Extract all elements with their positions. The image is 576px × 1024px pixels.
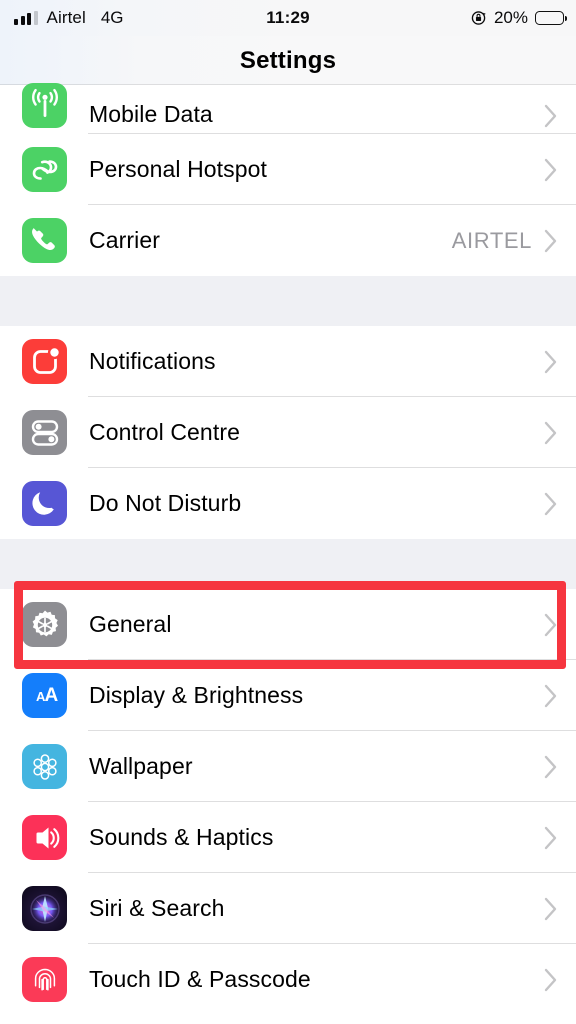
svg-text:A: A (44, 685, 58, 706)
settings-row-siri-search[interactable]: Siri & Search (0, 873, 576, 944)
row-icon-wrapper: A A (22, 673, 75, 718)
settings-row-general[interactable]: General (0, 589, 576, 660)
settings-screen: Airtel 4G 11:29 20% Settings Mobile Data… (0, 0, 576, 1024)
settings-list: Mobile Data Personal Hotspot Carrier AIR… (0, 83, 576, 1024)
chevron-right-icon (544, 613, 557, 636)
navigation-bar: Settings (0, 36, 576, 85)
chevron-right-icon (544, 826, 557, 849)
row-chevron (544, 350, 558, 374)
settings-row-label: Display & Brightness (89, 682, 304, 708)
group-separator (0, 539, 576, 589)
chevron-right-icon (544, 897, 557, 920)
general-gear-icon (22, 602, 67, 647)
battery-icon (535, 11, 568, 25)
settings-row-label: Wallpaper (89, 753, 193, 779)
row-chevron (544, 421, 558, 445)
settings-row-label: Mobile Data (89, 101, 213, 127)
sounds-haptics-icon (22, 815, 67, 860)
row-icon-wrapper (22, 744, 75, 789)
settings-group: Notifications Control Centre Do Not Dist… (0, 326, 576, 539)
settings-row-label: General (89, 611, 172, 637)
row-chevron (544, 229, 558, 253)
control-centre-icon (22, 410, 67, 455)
chevron-right-icon (544, 158, 557, 181)
row-chevron (544, 968, 558, 992)
group-separator (0, 276, 576, 326)
settings-row-carrier[interactable]: Carrier AIRTEL (0, 205, 576, 276)
row-icon-wrapper (22, 410, 75, 455)
settings-row-label: Notifications (89, 348, 216, 374)
carrier-phone-icon (22, 218, 67, 263)
row-icon-wrapper (22, 481, 75, 526)
page-title: Settings (239, 46, 337, 74)
row-chevron (544, 492, 558, 516)
settings-row-label: Do Not Disturb (89, 490, 242, 516)
chevron-right-icon (544, 684, 557, 707)
chevron-right-icon (544, 492, 557, 515)
settings-row-display-brightness[interactable]: A A Display & Brightness (0, 660, 576, 731)
touch-id-passcode-icon (22, 957, 67, 1002)
row-chevron (544, 613, 558, 637)
settings-row-label: Personal Hotspot (89, 156, 268, 182)
chevron-right-icon (544, 968, 557, 991)
row-chevron (544, 897, 558, 921)
chevron-right-icon (544, 755, 557, 778)
settings-row-value: AIRTEL (451, 227, 532, 253)
settings-row-touch-id-passcode[interactable]: Touch ID & Passcode (0, 944, 576, 1015)
chevron-right-icon (544, 229, 557, 252)
mobile-data-icon (22, 83, 67, 128)
settings-group: Mobile Data Personal Hotspot Carrier AIR… (0, 83, 576, 276)
row-icon-wrapper (22, 957, 75, 1002)
row-chevron (544, 158, 558, 182)
settings-row-notifications[interactable]: Notifications (0, 326, 576, 397)
settings-row-personal-hotspot[interactable]: Personal Hotspot (0, 134, 576, 205)
settings-row-do-not-disturb[interactable]: Do Not Disturb (0, 468, 576, 539)
chevron-right-icon (544, 350, 557, 373)
siri-search-icon (22, 886, 67, 931)
status-bar: Airtel 4G 11:29 20% (0, 0, 576, 36)
settings-group: General A A Display & Brightness Wallpap… (0, 581, 576, 1015)
settings-row-mobile-data[interactable]: Mobile Data (0, 83, 576, 134)
do-not-disturb-icon (22, 481, 67, 526)
row-icon-wrapper (22, 218, 75, 263)
row-icon-wrapper (22, 147, 75, 192)
row-icon-wrapper (22, 602, 75, 647)
chevron-right-icon (544, 421, 557, 444)
chevron-right-icon (544, 104, 557, 128)
wallpaper-icon (22, 744, 67, 789)
settings-row-label: Siri & Search (89, 895, 225, 921)
personal-hotspot-icon (22, 147, 67, 192)
settings-row-control-centre[interactable]: Control Centre (0, 397, 576, 468)
settings-row-label: Sounds & Haptics (89, 824, 274, 850)
notifications-icon (22, 339, 67, 384)
row-icon-wrapper (22, 339, 75, 384)
list-bottom-edge (0, 1015, 576, 1024)
settings-row-label: Control Centre (89, 419, 240, 445)
display-brightness-icon: A A (22, 673, 67, 718)
row-chevron (544, 104, 558, 128)
row-icon-wrapper (22, 815, 75, 860)
row-chevron (544, 826, 558, 850)
status-time: 11:29 (266, 8, 310, 27)
settings-row-label: Touch ID & Passcode (89, 966, 311, 992)
settings-row-sounds-haptics[interactable]: Sounds & Haptics (0, 802, 576, 873)
row-icon-wrapper (22, 83, 75, 128)
row-icon-wrapper (22, 886, 75, 931)
highlighted-row-wrapper: General (0, 581, 576, 669)
settings-row-label: Carrier (89, 227, 160, 253)
row-chevron (544, 684, 558, 708)
settings-row-wallpaper[interactable]: Wallpaper (0, 731, 576, 802)
row-chevron (544, 755, 558, 779)
